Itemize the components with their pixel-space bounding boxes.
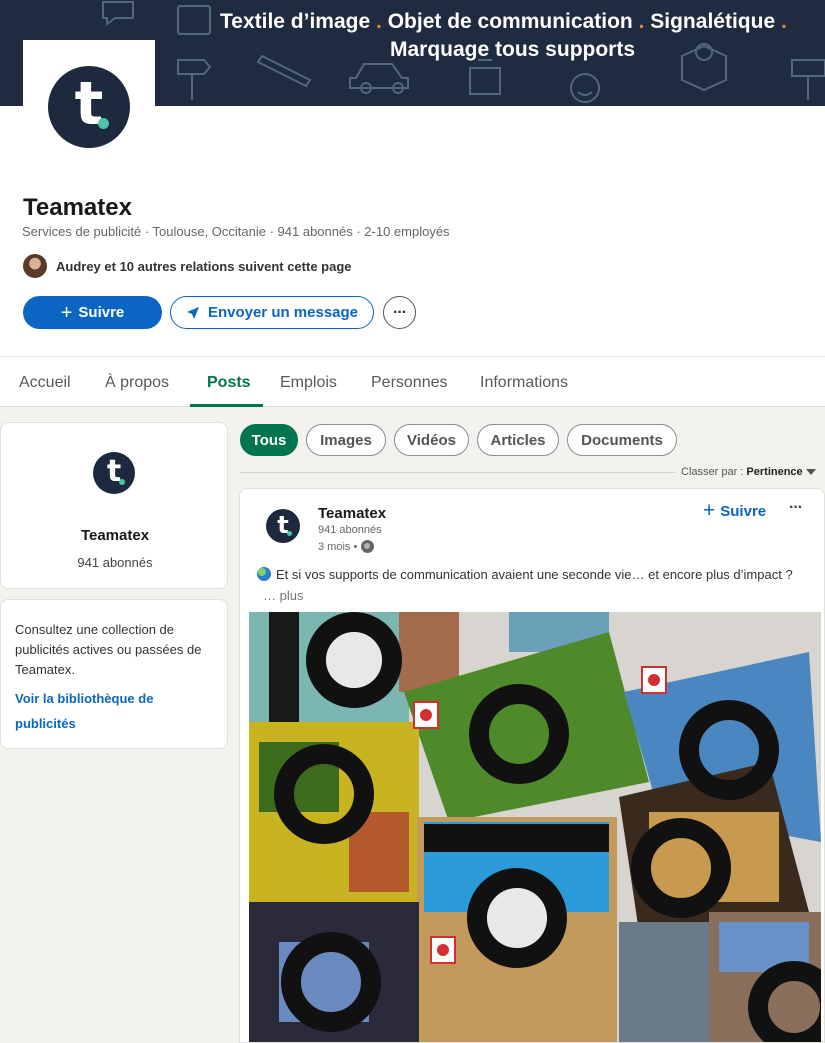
- box-icon: [177, 5, 211, 35]
- smiley-icon: [570, 73, 600, 103]
- logo-letter: t: [106, 454, 122, 489]
- page-tabs: Accueil À propos Posts Emplois Personnes…: [0, 356, 825, 407]
- banner-separator: .: [638, 10, 645, 33]
- sewing-machine-icon: [469, 59, 501, 95]
- post-text-body: Et si vos supports de communication avai…: [276, 567, 793, 582]
- tab-informations[interactable]: Informations: [480, 374, 568, 392]
- active-tab-indicator: [190, 404, 263, 407]
- plus-icon: +: [60, 301, 73, 324]
- post-author-name[interactable]: Teamatex: [318, 505, 386, 522]
- filter-documents[interactable]: Documents: [567, 424, 677, 456]
- post-author-followers: 941 abonnés: [318, 524, 382, 536]
- ad-library-text: Consultez une collection de publicités a…: [15, 622, 202, 677]
- company-name: Teamatex: [23, 194, 132, 221]
- connections-following[interactable]: Audrey et 10 autres relations suivent ce…: [23, 254, 352, 278]
- tab-posts[interactable]: Posts: [207, 374, 251, 392]
- logo-letter: t: [277, 511, 289, 539]
- post-author-avatar[interactable]: t: [266, 509, 300, 543]
- follow-button[interactable]: + Suivre: [23, 296, 162, 329]
- post-text: Et si vos supports de communication avai…: [257, 564, 802, 606]
- ad-library-card: Consultez une collection de publicités a…: [0, 599, 228, 749]
- signpost-icon: [177, 59, 212, 100]
- company-logo: t: [23, 40, 155, 172]
- post-time-text: 3 mois •: [318, 540, 358, 553]
- banner-line1-part1: Textile d’image: [220, 10, 371, 33]
- company-meta: Services de publicité · Toulouse, Occita…: [22, 224, 450, 239]
- filter-tous[interactable]: Tous: [240, 424, 298, 456]
- ad-library-link[interactable]: Voir la bibliothèque de publicités: [15, 686, 215, 736]
- logo-letter: t: [74, 69, 104, 139]
- logo-dot: [98, 118, 109, 129]
- caret-down-icon: [805, 469, 816, 476]
- plus-icon: +: [703, 499, 716, 522]
- post-follow-button[interactable]: + Suivre: [703, 499, 767, 522]
- see-more-link[interactable]: … plus: [263, 588, 303, 603]
- banner-slogan: Textile d’image . Objet de communication…: [220, 8, 787, 64]
- banner-separator: .: [780, 10, 787, 33]
- post-follow-label: Suivre: [720, 502, 767, 520]
- banner-line2: Marquage tous supports: [390, 38, 636, 61]
- filter-images[interactable]: Images: [306, 424, 386, 456]
- banner-separator: .: [376, 10, 382, 33]
- chat-bubble-icon: [102, 1, 134, 26]
- avatar: [23, 254, 47, 278]
- logo-circle: t: [48, 66, 130, 148]
- connections-following-text: Audrey et 10 autres relations suivent ce…: [56, 258, 352, 274]
- post-timestamp: 3 mois •: [318, 540, 375, 553]
- more-options-button[interactable]: ···: [383, 296, 416, 329]
- tab-personnes[interactable]: Personnes: [371, 374, 448, 392]
- company-logo-small[interactable]: t: [93, 452, 135, 494]
- sort-label: Classer par :: [681, 466, 744, 478]
- banner-line1-part2: Objet de communication: [387, 10, 633, 33]
- post-photo: [249, 612, 821, 1042]
- divider: [240, 472, 675, 473]
- earth-globe-icon: [257, 567, 271, 581]
- send-message-label: Envoyer un message: [207, 304, 359, 321]
- send-message-button[interactable]: Envoyer un message: [170, 296, 374, 329]
- filter-articles[interactable]: Articles: [477, 424, 559, 456]
- globe-icon: [361, 540, 375, 553]
- car-icon: [349, 63, 409, 89]
- logo-dot: [119, 479, 125, 485]
- follow-button-label: Suivre: [78, 304, 125, 321]
- post-more-options-button[interactable]: ···: [789, 499, 803, 517]
- tab-a-propos[interactable]: À propos: [105, 374, 169, 392]
- logo-dot: [287, 531, 292, 536]
- sort-value: Pertinence: [746, 466, 803, 478]
- tab-emplois[interactable]: Emplois: [280, 374, 337, 392]
- send-icon: [186, 306, 199, 319]
- filter-videos[interactable]: Vidéos: [394, 424, 469, 456]
- post-image[interactable]: [249, 612, 821, 1042]
- tab-accueil[interactable]: Accueil: [19, 374, 71, 392]
- post-card: t Teamatex 941 abonnés 3 mois • + Suivre…: [239, 488, 825, 1043]
- summary-company-name[interactable]: Teamatex: [1, 527, 229, 544]
- sign-icon: [791, 59, 825, 100]
- summary-followers: 941 abonnés: [77, 555, 153, 570]
- company-summary-card: t Teamatex 941 abonnés: [0, 422, 228, 589]
- sort-dropdown[interactable]: Classer par : Pertinence: [681, 466, 816, 478]
- banner-line1-part3: Signalétique: [650, 10, 776, 33]
